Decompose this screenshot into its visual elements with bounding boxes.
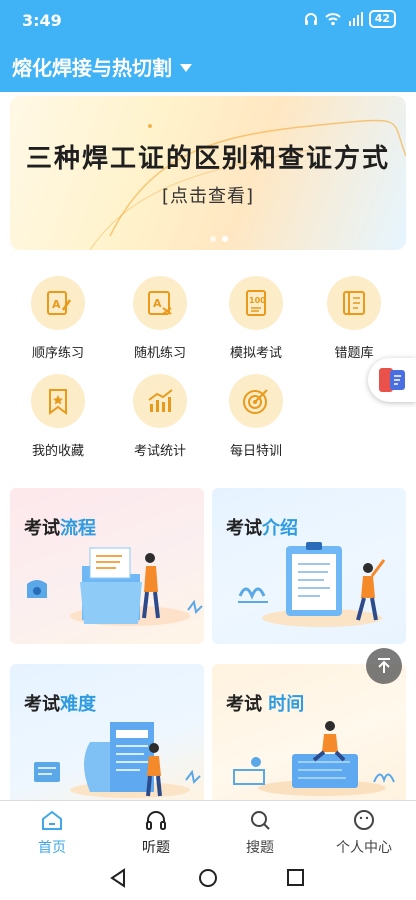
exam-statistics-icon <box>148 389 173 412</box>
random-practice-icon: A <box>148 291 172 315</box>
menu-random-practice[interactable]: A 随机练习 <box>112 276 208 361</box>
pager-dot <box>210 236 216 242</box>
card-exam-process[interactable]: 考试流程 <box>10 488 204 644</box>
battery-indicator: 42 <box>368 10 396 28</box>
tab-label: 听题 <box>142 840 170 856</box>
tab-profile[interactable]: 个人中心 <box>312 809 416 857</box>
daily-training-icon <box>243 389 268 414</box>
favorites-icon <box>49 389 67 415</box>
back-icon[interactable] <box>110 868 125 888</box>
headphones-icon <box>146 811 166 830</box>
home-icon <box>42 810 62 830</box>
scroll-to-top-button[interactable] <box>366 648 402 684</box>
svg-text:A: A <box>153 297 162 310</box>
menu-label: 我的收藏 <box>31 444 84 459</box>
tab-label: 个人中心 <box>336 840 392 856</box>
document-illustration <box>34 722 201 798</box>
app-header: 熔化焊接与热切割 <box>0 40 416 92</box>
menu-wrong-questions[interactable]: 错题库 <box>306 276 402 361</box>
menu-mock-exam[interactable]: 100 模拟考试 <box>208 276 304 361</box>
pager-dot <box>222 236 228 242</box>
banner-subtitle: [点击查看] <box>161 186 255 207</box>
tab-listen[interactable]: 听题 <box>104 809 208 857</box>
status-time: 3:49 <box>22 11 62 30</box>
menu-label: 随机练习 <box>133 346 186 361</box>
bottom-tab-bar: 首页 听题 搜题 个人中心 <box>0 800 416 858</box>
subject-title: 熔化焊接与热切割 <box>12 56 172 80</box>
recents-icon[interactable] <box>287 869 304 886</box>
menu-favorites[interactable]: 我的收藏 <box>10 374 106 459</box>
menu-daily-training[interactable]: 每日特训 <box>208 374 304 459</box>
search-icon <box>251 811 270 830</box>
folder-illustration <box>27 547 203 626</box>
arrow-up-icon <box>378 658 390 673</box>
sequential-practice-icon: A <box>47 291 72 315</box>
tab-label: 首页 <box>38 840 66 856</box>
subject-selector[interactable]: 熔化焊接与热切割 <box>12 52 192 81</box>
svg-text:100: 100 <box>249 296 266 305</box>
menu-sequential-practice[interactable]: A 顺序练习 <box>10 276 106 361</box>
menu-exam-statistics[interactable]: 考试统计 <box>112 374 208 459</box>
clipboard-illustration <box>238 542 386 627</box>
profile-icon <box>354 810 374 830</box>
card-exam-time[interactable]: 考试 时间 <box>212 664 406 804</box>
menu-label: 顺序练习 <box>31 346 84 361</box>
headphones-status-icon <box>304 13 317 25</box>
mock-exam-icon: 100 <box>246 290 266 316</box>
tab-label: 搜题 <box>246 840 274 856</box>
tab-search[interactable]: 搜题 <box>208 809 312 857</box>
card-exam-introduction[interactable]: 考试介绍 <box>212 488 406 644</box>
system-navigation-bar <box>0 858 416 900</box>
home-nav-icon[interactable] <box>199 869 217 887</box>
wifi-icon <box>324 13 341 26</box>
menu-label: 每日特训 <box>229 444 282 459</box>
chevron-down-icon <box>180 63 192 72</box>
tab-home[interactable]: 首页 <box>0 809 104 857</box>
wrong-questions-icon <box>343 291 365 315</box>
signal-icon <box>348 12 363 26</box>
menu-label: 考试统计 <box>133 444 186 459</box>
card-exam-difficulty[interactable]: 考试难度 <box>10 664 204 804</box>
banner-title: 三种焊工证的区别和查证方式 <box>25 144 390 174</box>
floating-assistant-button[interactable] <box>368 358 416 402</box>
menu-label: 模拟考试 <box>229 346 282 361</box>
svg-text:A: A <box>52 298 61 311</box>
promo-banner[interactable]: 三种焊工证的区别和查证方式 [点击查看] <box>10 96 406 250</box>
status-bar: 3:49 42 <box>0 0 416 40</box>
assistant-icon <box>379 368 405 392</box>
laptop-illustration <box>233 721 395 796</box>
banner-pager <box>210 236 228 242</box>
